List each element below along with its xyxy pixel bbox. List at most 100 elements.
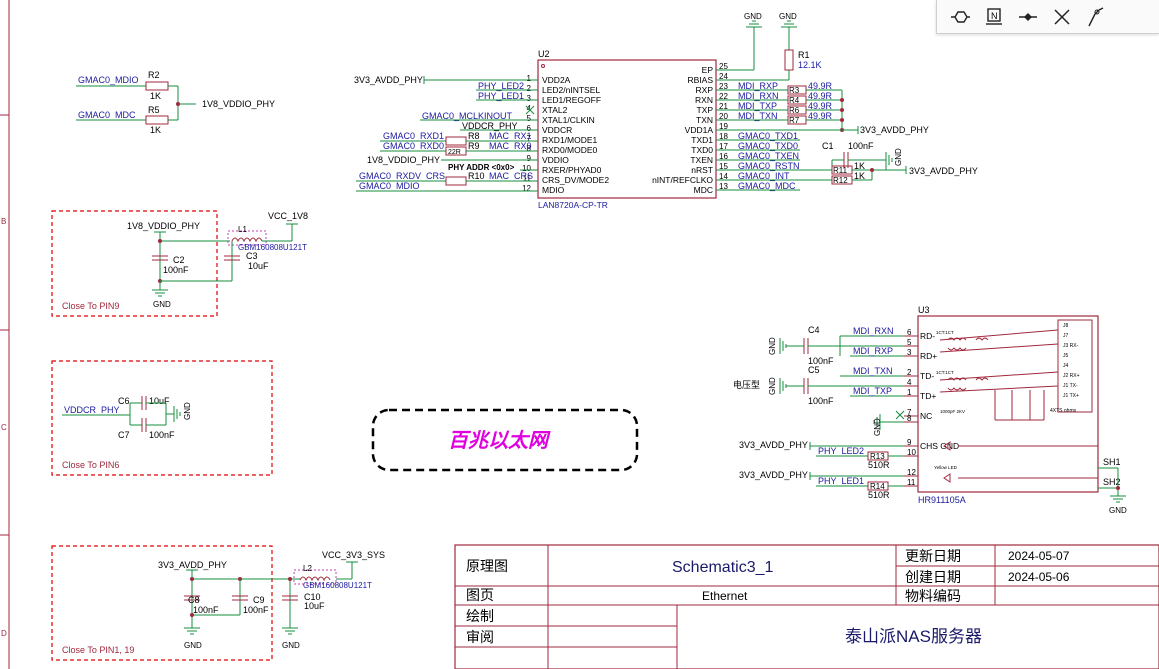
net-label: 3V3_AVDD_PHY (860, 125, 929, 135)
net-label: GMAC0_TXD0 (738, 141, 798, 151)
net-label: GMAC0_RXD0 (383, 141, 444, 151)
banner-group: 百兆以太网 (371, 408, 639, 472)
net-label: MDI_TXN (853, 366, 893, 376)
value-label: 10uF (149, 396, 170, 406)
part-name: HR911105A (918, 495, 966, 505)
u2-right-pins: 25EP24RBIAS23RXP22RXN21TXP20TXN19VDD1A18… (652, 62, 728, 195)
pin-name: VDD2A (542, 75, 571, 85)
value-label: 22R (448, 149, 461, 156)
pin-name: RXP (696, 85, 714, 95)
magnetics (939, 329, 1098, 479)
gnd-label: GND (873, 418, 882, 436)
ref-label: R12 (833, 176, 848, 185)
pin-number: 4 (907, 378, 912, 387)
project-name: 泰山派NAS服务器 (845, 627, 982, 646)
value-label: 1K (150, 91, 161, 101)
value-label: 100nF (149, 430, 175, 440)
schematic-sheet[interactable]: B C D GMAC0_MDIO R2 1K 1V8_VDDIO_PHY GMA… (0, 0, 1159, 669)
resistor-r10[interactable] (445, 176, 467, 186)
zone-label: C (1, 423, 7, 432)
net-label: VDDCR_PHY (64, 405, 120, 415)
net-label: 3V3_AVDD_PHY (354, 75, 423, 85)
net-label: 3V3_AVDD_PHY (909, 166, 978, 176)
pin-number: 12 (907, 468, 916, 477)
create-date: 2024-05-06 (1008, 570, 1070, 584)
u3-left-nets: GND C4 100nF MDI_RXN MDI_RXP 电压型 GND C5 … (733, 325, 905, 500)
net-label: GMAC0_RXDV_CRS (359, 171, 445, 181)
title-label: 图页 (466, 587, 494, 603)
ref-label: C6 (118, 396, 130, 406)
pin-name: TXD1 (691, 135, 713, 145)
gnd-label: GND (779, 12, 797, 21)
decoupling-pin9-group[interactable]: Close To PIN9 1V8_VDDIO_PHY C2 100nF GND… (51, 210, 308, 317)
net-label: 3V3_AVDD_PHY (739, 470, 808, 480)
mdio-pullup-group[interactable]: GMAC0_MDIO R2 1K 1V8_VDDIO_PHY GMAC0_MDC… (76, 70, 275, 135)
net-label: GMAC0_RXD1 (383, 131, 444, 141)
net-label: MAC_CRS (489, 171, 533, 181)
net-label: 1V8_VDDIO_PHY (202, 99, 275, 109)
resistor-r1[interactable] (784, 49, 794, 71)
resistor-r2[interactable] (145, 81, 169, 91)
note-text: 电压型 (733, 379, 760, 390)
net-label: MDI_TXN (738, 111, 778, 121)
pin-name: VDDCR (542, 125, 572, 135)
value-label: 100nF (808, 396, 834, 406)
gnd-label: GND (153, 300, 171, 309)
pin-number: 3 (907, 348, 912, 357)
pin-name: LED1/REGOFF (542, 95, 601, 105)
probe-icon[interactable] (1083, 4, 1109, 30)
ref-label: L1 (238, 225, 247, 234)
pin-name: RXD1/MODE1 (542, 135, 598, 145)
sheet-frame: B C D (0, 0, 10, 669)
pin-number: 9 (907, 438, 912, 447)
pin-number: 2 (907, 368, 912, 377)
net-label: GMAC0_MDC (738, 181, 796, 191)
pin-name: RD- (920, 331, 935, 341)
resistor-r8[interactable] (445, 136, 467, 146)
decoupling-pin6-group[interactable]: Close To PIN6 VDDCR_PHY C6 10uF C7 100nF… (51, 360, 273, 476)
chip-u2[interactable]: U2 LAN8720A-CP-TR 1 VDD2A 2 LED2/nINTSEL 3 LE… (522, 49, 728, 210)
inner-label: 1CT:1CT (936, 370, 954, 375)
pin-name: TXP (696, 105, 713, 115)
net-label: MDI_TXP (738, 101, 777, 111)
pin-name: VDD1A (685, 125, 714, 135)
pin-number: 5 (907, 338, 912, 347)
ref-label: C7 (118, 430, 130, 440)
net-label-icon[interactable]: N (981, 4, 1007, 30)
ref-label: R10 (468, 171, 485, 181)
pin-icon[interactable] (1015, 4, 1041, 30)
ref-label: R2 (148, 70, 160, 80)
value-label: 10uF (248, 261, 269, 271)
ref-label: C2 (173, 255, 185, 265)
title-label: 绘制 (466, 608, 494, 624)
no-connect-icon[interactable] (1049, 4, 1075, 30)
gnd-label: GND (768, 337, 777, 355)
connector-pin-label: J3 RX- (1063, 343, 1079, 349)
net-label: GMAC0_INT (738, 171, 790, 181)
net-label: VCC_3V3_SYS (322, 550, 385, 560)
pin-number: 1 (907, 388, 912, 397)
pin-name: TD+ (920, 391, 936, 401)
pin-name: VDDIO (542, 155, 569, 165)
side-text: 4XTS ohms (1050, 408, 1077, 414)
resistor-r5[interactable] (145, 115, 169, 125)
note-text: Close To PIN6 (62, 460, 119, 470)
net-label: MDI_RXN (738, 91, 779, 101)
zone-label: D (1, 629, 7, 638)
bus-entry-icon[interactable] (947, 4, 973, 30)
u2-right-nets: GND GND R1 12.1K MDI_RXP MDI_RXN MDI_TXP… (716, 12, 978, 191)
gnd-label: GND (183, 402, 192, 420)
pin-number: 11 (907, 478, 916, 487)
value-label: 100nF (193, 605, 219, 615)
pin-name: RXD0/MODE0 (542, 145, 598, 155)
connector-pin-label: J5 (1063, 353, 1069, 359)
u2-left-pins: 1VDD2A2LED2/nINTSEL3LED1/REGOFF4XTAL25XT… (522, 74, 609, 195)
chip-u3[interactable]: U3 HR911105A J8J7J3 RX-J5J4J2 RX+J1 TX-J… (904, 305, 1127, 515)
ref-label: L2 (303, 564, 312, 573)
ref-label: C8 (188, 595, 200, 605)
decoupling-pin1-19-group[interactable]: Close To PIN1, 19 3V3_AVDD_PHY C8 100nF … (51, 545, 385, 661)
net-label: MDI_RXP (853, 346, 893, 356)
ref-label: C5 (808, 365, 820, 375)
pin-name: TXD0 (691, 145, 713, 155)
pin-number: 5 (527, 114, 532, 123)
